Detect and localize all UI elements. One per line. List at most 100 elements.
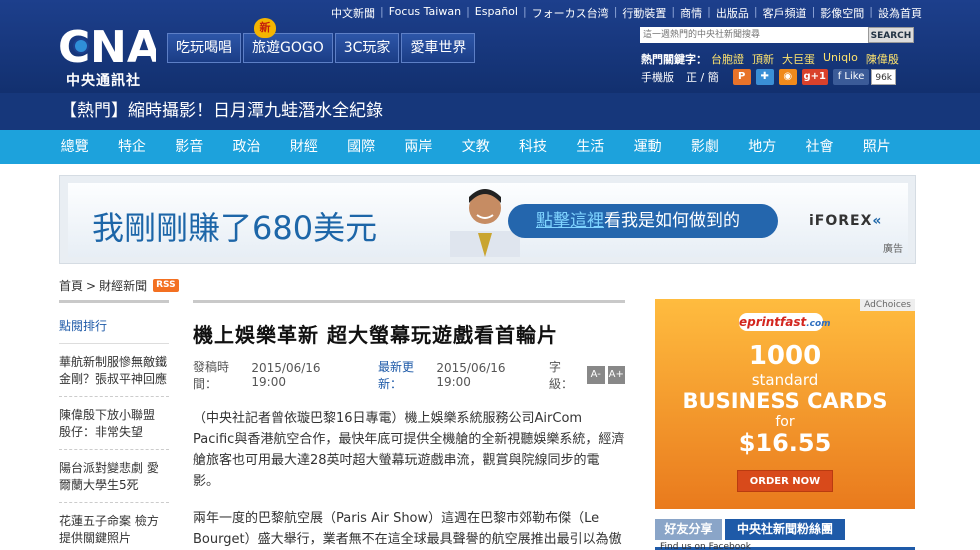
popular-item[interactable]: 花蓮五子命案 檢方提供關鍵照片 [59, 513, 169, 550]
popular-sidebar: 點閱排行 華航新制服慘無敵鐵金剛？張叔平神回應 陳偉殷下放小聯盟 殷仔：非常失望… [59, 300, 169, 550]
svg-text:NA: NA [90, 22, 156, 68]
divider [59, 300, 169, 303]
divider: | [380, 5, 384, 18]
popular-item[interactable]: 華航新制服慘無敵鐵金剛？張叔平神回應 [59, 354, 169, 397]
top-link[interactable]: フォーカス台湾 [532, 5, 609, 21]
breadcrumb-home[interactable]: 首頁 [59, 277, 83, 294]
top-link[interactable]: 商情 [680, 5, 702, 21]
top-link[interactable]: 行動裝置 [622, 5, 666, 21]
like-label: Like [844, 71, 865, 82]
nav-item[interactable]: 影音 [161, 130, 218, 164]
divider: | [707, 5, 711, 18]
font-decrease-button[interactable]: A- [587, 366, 605, 384]
nav-item[interactable]: 特企 [103, 130, 160, 164]
category-nav: 總覽 特企 影音 政治 財經 國際 兩岸 文教 科技 生活 運動 影劇 地方 社… [0, 130, 980, 164]
top-link[interactable]: Focus Taiwan [389, 5, 461, 21]
top-link[interactable]: Español [475, 5, 518, 21]
google-plus-icon[interactable]: g+1 [801, 69, 828, 85]
search-button[interactable]: SEARCH [868, 27, 914, 43]
divider: | [811, 5, 816, 18]
search-input[interactable] [640, 27, 870, 43]
hot-keyword[interactable]: 陳偉殷 [866, 51, 899, 67]
ad-product: BUSINESS CARDS [682, 389, 888, 413]
facebook-caption: Find us on Facebook [660, 542, 751, 550]
facebook-like-button[interactable]: f Like [832, 69, 870, 85]
ad-body: 我剛剛賺了680美元 點擊這裡看我是如何做到的 iFOREX« 廣告 [68, 183, 908, 257]
nav-item[interactable]: 政治 [218, 130, 275, 164]
article-paragraph: （中央社記者曾依璇巴黎16日專電）機上娛樂系統服務公司AirCom Pacifi… [193, 411, 625, 489]
plurk-icon[interactable]: P [732, 69, 751, 85]
channel-travel[interactable]: 旅遊GOGO [243, 33, 333, 63]
divider: | [522, 5, 527, 18]
published-time: 2015/06/16 19:00 [251, 361, 321, 389]
nav-item[interactable]: 總覽 [46, 130, 103, 164]
popular-title: 點閱排行 [59, 317, 169, 344]
nav-item[interactable]: 兩岸 [390, 130, 447, 164]
channel-3c[interactable]: 3C玩家 [334, 33, 400, 63]
updated-label: 最新更新： [377, 360, 414, 391]
site-header: C NA 中央通訊社 中文新聞 | Focus Taiwan | Español | … [0, 0, 980, 93]
lang-switch[interactable]: 正 / 簡 [686, 69, 719, 85]
channel-eat-play[interactable]: 吃玩喝唱 [167, 33, 241, 63]
ad-brand-logo: eprintfast.com [739, 313, 831, 331]
divider: | [671, 5, 676, 18]
nav-item[interactable]: 財經 [275, 130, 332, 164]
hot-keyword[interactable]: Uniqlo [823, 51, 858, 67]
channel-tabs: 吃玩喝唱 旅遊GOGO 3C玩家 愛車世界 [167, 33, 477, 63]
ad-price: $16.55 [738, 429, 832, 457]
hot-keyword[interactable]: 台胞證 [711, 51, 744, 67]
rss-icon[interactable]: ◉ [778, 69, 797, 85]
nav-item[interactable]: 照片 [848, 130, 905, 164]
ad-brand: iFOREX« [809, 213, 882, 229]
tab-friend-share[interactable]: 好友分享 [655, 519, 722, 540]
nav-item[interactable]: 社會 [791, 130, 848, 164]
ad-cta-button[interactable]: 點擊這裡看我是如何做到的 [508, 204, 778, 238]
hot-keywords-label: 熱門關鍵字： [641, 53, 707, 66]
search-box: SEARCH [640, 27, 914, 43]
updated-time: 2015/06/16 19:00 [436, 361, 506, 389]
divider [193, 300, 625, 303]
top-link[interactable]: 客戶頻道 [763, 5, 807, 21]
ad-for: for [775, 414, 795, 430]
popular-item[interactable]: 陳偉殷下放小聯盟 殷仔：非常失望 [59, 407, 169, 450]
top-ad-banner[interactable]: 我剛剛賺了680美元 點擊這裡看我是如何做到的 iFOREX« 廣告 [59, 175, 916, 264]
top-links: 中文新聞 | Focus Taiwan | Español | フォーカス台湾 | 行動… [331, 5, 922, 21]
top-link[interactable]: 影像空間 [820, 5, 864, 21]
tools-icon[interactable]: ✚ [755, 69, 774, 85]
ad-cta-text: 看我是如何做到的 [604, 211, 740, 231]
nav-item[interactable]: 科技 [504, 130, 561, 164]
nav-item[interactable]: 生活 [562, 130, 619, 164]
font-increase-button[interactable]: A+ [607, 366, 625, 384]
top-link[interactable]: 中文新聞 [331, 5, 375, 21]
breadcrumb-section[interactable]: 財經新聞 [99, 277, 147, 294]
ad-cta-link: 點擊這裡 [536, 211, 604, 231]
cna-logo[interactable]: C NA 中央通訊社 [58, 22, 158, 89]
divider: | [613, 5, 618, 18]
rss-badge[interactable]: RSS [153, 279, 179, 292]
adchoices-label[interactable]: AdChoices [860, 299, 915, 311]
popular-item[interactable]: 陽台派對變悲劇 愛爾蘭大學生5死 [59, 460, 169, 503]
nav-item[interactable]: 運動 [619, 130, 676, 164]
logo-text: 中央通訊社 [66, 73, 141, 89]
tab-fan-page[interactable]: 中央社新聞粉絲團 [725, 519, 845, 540]
nav-item[interactable]: 國際 [332, 130, 389, 164]
divider: | [466, 5, 470, 18]
nav-item[interactable]: 地方 [734, 130, 791, 164]
top-link[interactable]: 設為首頁 [878, 5, 922, 21]
mobile-social-row: 手機版 正 / 簡 P ✚ ◉ g+1 f Like 96k [641, 69, 897, 85]
hot-keyword[interactable]: 大巨蛋 [782, 51, 815, 67]
published-label: 發稿時間： [193, 360, 230, 391]
hot-news-bar[interactable]: 【熱門】縮時攝影！日月潭九蛙潛水全紀錄 [0, 93, 980, 130]
hot-keywords: 熱門關鍵字： 台胞證 頂新 大巨蛋 Uniqlo 陳偉殷 [641, 51, 907, 67]
order-now-button[interactable]: ORDER NOW [737, 470, 833, 492]
ad-brand-chevrons: « [872, 213, 883, 229]
hot-keyword[interactable]: 頂新 [752, 51, 774, 67]
nav-item[interactable]: 文教 [447, 130, 504, 164]
top-link[interactable]: 出版品 [716, 5, 749, 21]
nav-item[interactable]: 影劇 [676, 130, 733, 164]
channel-cars[interactable]: 愛車世界 [401, 33, 476, 63]
ad-brand-name: eprintfast [739, 315, 807, 329]
mobile-version-link[interactable]: 手機版 [641, 69, 674, 85]
right-ad[interactable]: AdChoices eprintfast.com 1000 standard B… [655, 299, 915, 509]
ad-brand-name: iFOREX [809, 213, 873, 229]
